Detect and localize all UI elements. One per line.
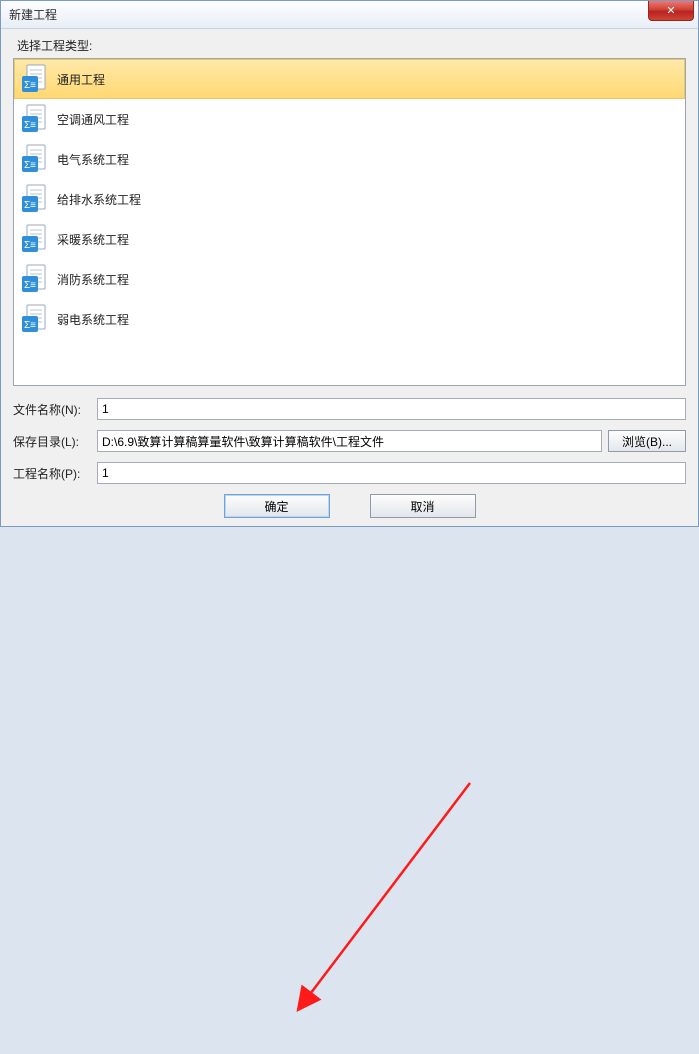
document-icon: Σ≡ [21,104,49,134]
project-type-label: 消防系统工程 [57,271,129,288]
svg-text:Σ≡: Σ≡ [24,200,36,211]
row-filename: 文件名称(N): [13,398,686,420]
row-savedir: 保存目录(L): 浏览(B)... [13,430,686,452]
cancel-button[interactable]: 取消 [370,494,476,518]
window-title: 新建工程 [9,6,57,23]
project-type-list[interactable]: Σ≡通用工程Σ≡空调通风工程Σ≡电气系统工程Σ≡给排水系统工程Σ≡采暖系统工程Σ… [13,58,686,386]
document-icon: Σ≡ [21,184,49,214]
project-type-item[interactable]: Σ≡ 消防系统工程 [14,259,685,299]
project-type-label: 采暖系统工程 [57,231,129,248]
savedir-input[interactable] [97,430,602,452]
dialog-body: 选择工程类型: Σ≡通用工程Σ≡空调通风工程Σ≡电气系统工程Σ≡给排水系统工程Σ… [1,29,698,526]
project-type-label: 空调通风工程 [57,111,129,128]
ok-button[interactable]: 确定 [224,494,330,518]
svg-text:Σ≡: Σ≡ [24,120,36,131]
annotation-arrow [0,527,699,1054]
form-rows: 文件名称(N): 保存目录(L): 浏览(B)... 工程名称(P): 确定 取… [13,398,686,518]
project-type-label: 电气系统工程 [57,151,129,168]
project-type-item[interactable]: Σ≡ 电气系统工程 [14,139,685,179]
document-icon: Σ≡ [21,64,49,94]
document-icon: Σ≡ [21,264,49,294]
svg-text:Σ≡: Σ≡ [24,240,36,251]
dialog-buttons: 确定 取消 [13,494,686,518]
titlebar: 新建工程 ✕ [1,1,698,29]
new-project-dialog: 新建工程 ✕ 选择工程类型: Σ≡ 通用工程 Σ≡ 空调通风工程 Σ≡ 电气系统工程 Σ≡ 给… [0,0,699,527]
close-button[interactable]: ✕ [648,1,694,21]
browse-button[interactable]: 浏览(B)... [608,430,686,452]
document-icon: Σ≡ [21,224,49,254]
svg-text:Σ≡: Σ≡ [24,160,36,171]
project-type-item[interactable]: Σ≡ 给排水系统工程 [14,179,685,219]
savedir-label: 保存目录(L): [13,433,91,450]
projectname-input[interactable] [97,462,686,484]
project-type-label: 给排水系统工程 [57,191,141,208]
document-icon: Σ≡ [21,144,49,174]
svg-text:Σ≡: Σ≡ [24,280,36,291]
svg-text:Σ≡: Σ≡ [24,80,36,91]
project-type-item[interactable]: Σ≡ 采暖系统工程 [14,219,685,259]
filename-label: 文件名称(N): [13,401,91,418]
project-type-item[interactable]: Σ≡ 空调通风工程 [14,99,685,139]
project-type-item[interactable]: Σ≡ 弱电系统工程 [14,299,685,339]
project-type-label: 通用工程 [57,71,105,88]
project-type-item[interactable]: Σ≡ 通用工程 [14,59,685,99]
projectname-label: 工程名称(P): [13,465,91,482]
close-icon: ✕ [666,4,675,17]
project-type-label: 弱电系统工程 [57,311,129,328]
svg-text:Σ≡: Σ≡ [24,320,36,331]
filename-input[interactable] [97,398,686,420]
document-icon: Σ≡ [21,304,49,334]
row-projectname: 工程名称(P): [13,462,686,484]
prompt-label: 选择工程类型: [17,37,686,54]
